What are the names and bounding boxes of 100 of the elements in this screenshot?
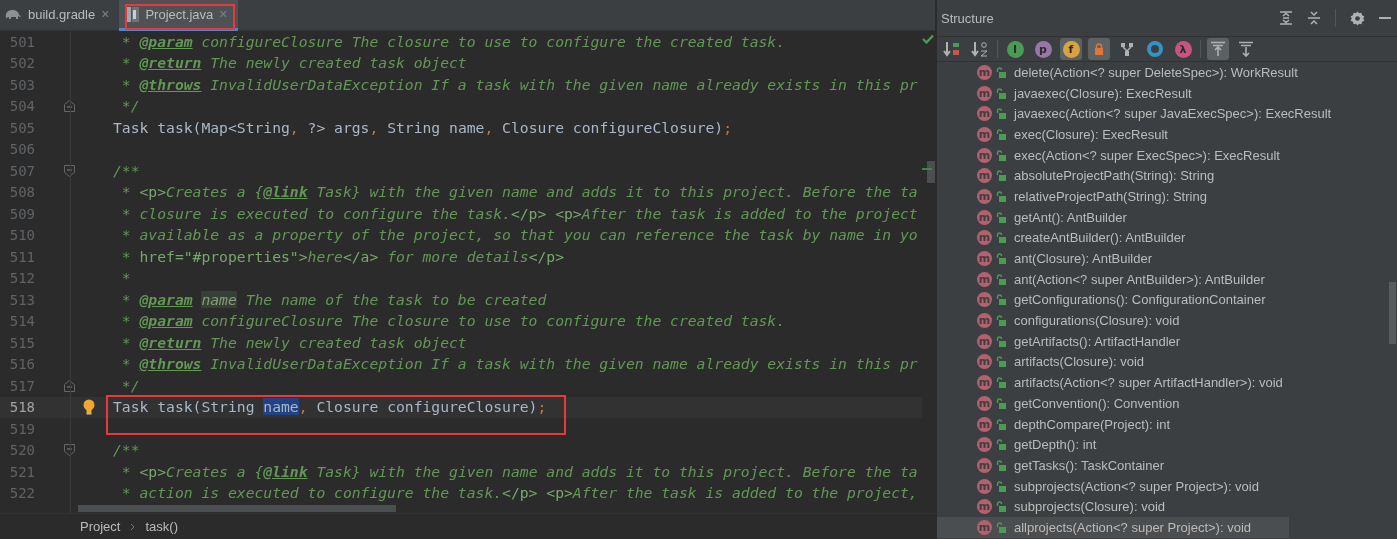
method-signature: subprojects(Closure): void — [1014, 499, 1165, 515]
method-signature: ant(Action<? super AntBuilder>): AntBuilder — [1014, 271, 1265, 287]
fold-icon[interactable] — [64, 444, 75, 457]
unlocked-icon — [996, 108, 1006, 120]
tree-item[interactable]: m javaexec(Action<? super JavaExecSpec>): ExecResult — [937, 103, 1344, 125]
line-number: 513 — [8, 291, 35, 308]
method-icon: m — [977, 106, 992, 122]
toolbar-toggle[interactable] — [1144, 38, 1166, 60]
line-number: 514 — [8, 313, 35, 330]
unlocked-icon — [996, 335, 1006, 347]
tree-item[interactable]: m getConfigurations(): ConfigurationContainer — [937, 289, 1289, 311]
line-number: 518 — [8, 399, 35, 416]
method-signature: exec(Action<? super ExecSpec>): ExecResult — [1014, 147, 1280, 163]
method-icon: m — [977, 395, 992, 411]
expand-all-icon[interactable] — [1279, 11, 1293, 25]
tree-item[interactable]: m relativeProjectPath(String): String — [937, 186, 1289, 207]
code-line: * action is executed to configure the task.</p> <p>After the task is added to the project, — [120, 484, 918, 503]
code-line: * available as a property of the project, so that you can reference the task by name in yo — [120, 226, 918, 245]
tree-item[interactable]: m subprojects(Closure): void — [937, 496, 1289, 518]
line-number: 503 — [8, 76, 35, 93]
chevron-icon — [130, 522, 136, 531]
tree-item[interactable]: m getConvention(): Convention — [937, 393, 1289, 414]
tree-item[interactable]: m getDepth(): int — [937, 434, 1289, 456]
tree-item[interactable]: m javaexec(Closure): ExecResult — [937, 82, 1289, 104]
toolbar-toggle[interactable]: λ — [1172, 38, 1194, 60]
code-line: * <p>Creates a {@link Task} with the given name and adds it to this project. Before the ta — [120, 462, 918, 481]
method-icon: m — [977, 168, 992, 184]
unlocked-icon — [996, 211, 1006, 223]
code-line: * @throws InvalidUserDataException If a task with the given name already exists in this pr — [120, 355, 918, 374]
tree-item[interactable]: m allprojects(Action<? super Project>): void — [937, 517, 1289, 538]
fold-icon[interactable] — [64, 100, 75, 113]
sort-icon — [943, 41, 961, 57]
code-line: * <p>Creates a {@link Task} with the given name and adds it to this project. Before the ta — [120, 183, 918, 202]
collapse-all-icon[interactable] — [1307, 11, 1321, 25]
unlocked-icon — [996, 377, 1006, 389]
method-signature: getConvention(): Convention — [1014, 395, 1180, 411]
breadcrumb[interactable]: task() — [145, 519, 178, 534]
unlocked-icon — [996, 294, 1006, 306]
tree-item[interactable]: m ant(Closure): AntBuilder — [937, 248, 1289, 269]
tree-item[interactable]: m getAnt(): AntBuilder — [937, 206, 1289, 228]
line-number: 517 — [8, 377, 35, 394]
tree-item[interactable]: m ant(Action<? super AntBuilder>): AntBuilder — [937, 268, 1289, 290]
editor-tab[interactable]: Project.java × — [119, 0, 238, 31]
method-signature: relativeProjectPath(String): String — [1014, 188, 1207, 204]
change-marker — [922, 168, 932, 170]
tree-item[interactable]: m delete(Action<? super DeleteSpec>): WorkResult — [937, 62, 1310, 83]
scrollbar-thumb[interactable] — [78, 505, 396, 512]
fold-icon[interactable] — [64, 164, 75, 177]
method-signature: javaexec(Closure): ExecResult — [1014, 85, 1192, 101]
toolbar-toggle[interactable] — [1207, 38, 1229, 60]
method-signature: createAntBuilder(): AntBuilder — [1014, 230, 1186, 246]
toolbar-toggle[interactable]: I — [1004, 38, 1026, 60]
tree-item[interactable]: m configurations(Closure): void — [937, 310, 1289, 331]
unlocked-icon — [996, 128, 1006, 140]
tree-item[interactable]: m getArtifacts(): ArtifactHandler — [937, 330, 1289, 352]
line-number: 508 — [8, 184, 35, 201]
method-icon: m — [977, 251, 992, 267]
method-signature: javaexec(Action<? super JavaExecSpec>): ExecResult — [1014, 106, 1332, 122]
method-icon: m — [977, 499, 992, 515]
method-signature: delete(Action<? super DeleteSpec>): WorkResult — [1014, 64, 1298, 80]
unlocked-icon — [996, 232, 1006, 244]
tree-item[interactable]: m absoluteProjectPath(String): String — [937, 165, 1289, 187]
unlocked-icon — [996, 66, 1006, 78]
method-signature: ant(Closure): AntBuilder — [1014, 251, 1152, 267]
unlocked-icon — [996, 87, 1006, 99]
settings-icon[interactable] — [1350, 10, 1365, 26]
tree-item[interactable]: m subprojects(Action<? super Project>): void — [937, 475, 1289, 497]
tree-item[interactable]: m depthCompare(Project): int — [937, 413, 1289, 435]
line-number: 515 — [8, 334, 35, 351]
code-line: * @param configureClosure The closure to use to configure the created task. — [120, 32, 786, 51]
code-line: * @throws InvalidUserDataException If a task with the given name already exists in this pr — [120, 75, 918, 94]
tree-item[interactable]: m createAntBuilder(): AntBuilder — [937, 227, 1289, 249]
line-number: 522 — [8, 485, 35, 502]
tree-item[interactable]: m exec(Action<? super ExecSpec>): ExecResult — [937, 144, 1292, 166]
toolbar-toggle[interactable]: p — [1032, 38, 1054, 60]
toolbar-toggle[interactable] — [1088, 38, 1110, 60]
unlocked-icon — [996, 149, 1006, 161]
code-line: Task task(Map<String, ?> args, String name, Closure configureClosure); — [113, 118, 733, 137]
panel-title: Structure — [941, 10, 995, 26]
unlocked-icon — [996, 273, 1006, 285]
line-number: 507 — [8, 162, 35, 179]
unlocked-icon — [996, 397, 1006, 409]
line-number: 501 — [8, 33, 35, 50]
fold-icon[interactable] — [64, 379, 75, 392]
unlocked-icon — [996, 418, 1006, 430]
minimize-icon[interactable] — [1379, 16, 1391, 20]
tree-item[interactable]: m getTasks(): TaskContainer — [937, 455, 1289, 476]
toolbar-toggle[interactable]: f — [1060, 38, 1082, 60]
method-signature: getDepth(): int — [1014, 437, 1097, 453]
tree-item[interactable]: m exec(Closure): ExecResult — [937, 124, 1289, 145]
breadcrumb[interactable]: Project — [80, 519, 121, 534]
tree-item[interactable]: m artifacts(Closure): void — [937, 351, 1289, 373]
tree-item[interactable]: m artifacts(Action<? super ArtifactHandler>): void — [937, 372, 1295, 393]
unlocked-icon — [996, 253, 1006, 265]
method-icon: m — [977, 209, 992, 225]
scrollbar-thumb[interactable] — [1389, 282, 1396, 344]
editor-tab[interactable]: build.gradle × — [0, 0, 120, 31]
scrollbar-thumb[interactable] — [927, 161, 935, 183]
lightbulb-icon[interactable] — [83, 399, 95, 416]
method-icon: m — [977, 437, 992, 453]
